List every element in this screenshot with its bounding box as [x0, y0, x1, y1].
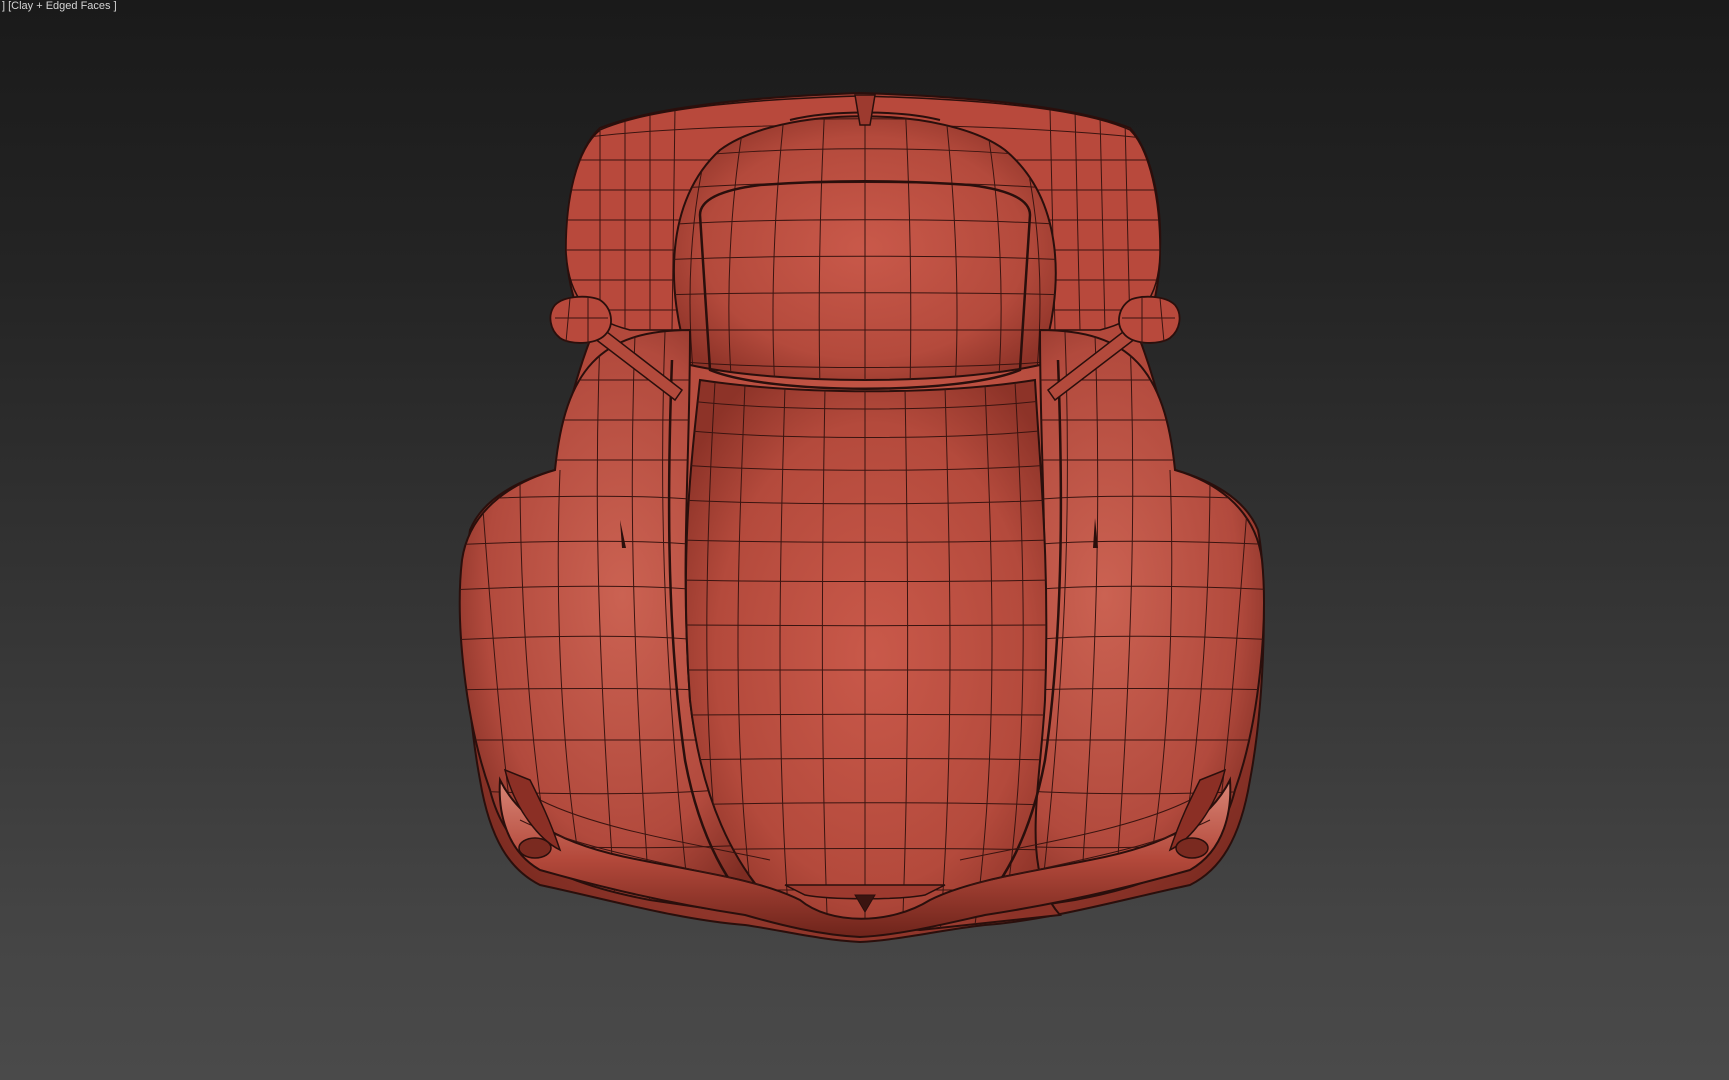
right-mirror: [1118, 295, 1181, 344]
left-mirror: [549, 295, 612, 344]
right-fog-light: [1175, 837, 1209, 859]
left-fog-light: [518, 837, 552, 859]
viewport-perspective[interactable]: ] [Clay + Edged Faces ]: [0, 0, 1729, 1080]
car-model-clay-wireframe[interactable]: [0, 0, 1729, 1080]
